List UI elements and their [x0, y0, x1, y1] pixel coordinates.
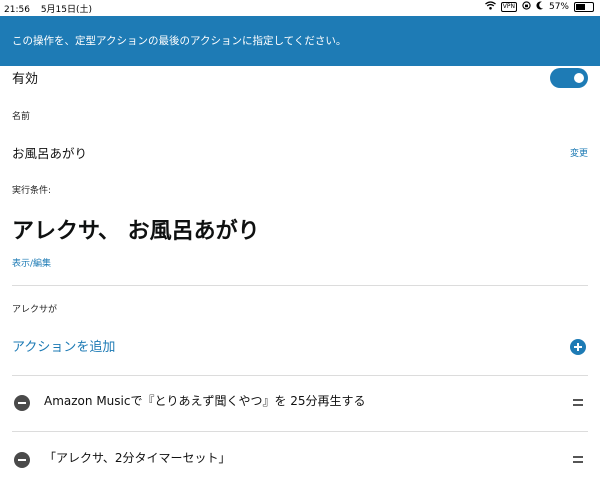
instruction-banner: この操作を、定型アクションの最後のアクションに指定してください。 — [0, 16, 600, 66]
change-name-link[interactable]: 変更 — [570, 146, 588, 159]
divider — [12, 285, 588, 286]
enabled-toggle[interactable] — [550, 68, 588, 88]
view-edit-link[interactable]: 表示/編集 — [12, 256, 51, 269]
trigger-phrase: アレクサ、 お風呂あがり — [12, 219, 260, 244]
divider — [12, 431, 588, 432]
routine-name: お風呂あがり — [12, 146, 88, 161]
drag-handle-icon[interactable] — [573, 456, 583, 466]
name-label: 名前 — [12, 112, 31, 122]
add-action-link[interactable]: アクションを追加 — [12, 336, 115, 355]
toggle-knob — [574, 73, 584, 83]
divider — [12, 375, 588, 376]
actions-label: アレクサが — [12, 305, 58, 315]
drag-handle-icon[interactable] — [573, 399, 583, 409]
battery-icon — [574, 2, 594, 12]
orientation-lock-icon — [522, 1, 531, 13]
action-item-text: 「アレクサ、2分タイマーセット」 — [44, 451, 231, 465]
remove-action-icon[interactable] — [14, 395, 30, 411]
moon-icon — [536, 1, 544, 13]
status-bar: 21:56 5月15日(土) VPN 57% — [0, 0, 600, 16]
remove-action-icon[interactable] — [14, 452, 30, 468]
battery-percent: 57% — [548, 2, 569, 12]
trigger-label: 実行条件: — [12, 186, 52, 196]
status-date: 5月15日(土) — [40, 5, 93, 15]
wifi-icon — [484, 1, 496, 13]
enabled-label: 有効 — [12, 72, 39, 87]
vpn-badge: VPN — [500, 2, 517, 12]
banner-message: この操作を、定型アクションの最後のアクションに指定してください。 — [12, 35, 347, 47]
status-time: 21:56 — [4, 5, 30, 15]
action-item[interactable]: 「アレクサ、2分タイマーセット」 — [0, 440, 600, 480]
action-item[interactable]: Amazon Musicで『とりあえず聞くやつ』を 25分再生する — [0, 383, 600, 423]
add-action-plus-icon[interactable] — [570, 339, 586, 355]
action-item-text: Amazon Musicで『とりあえず聞くやつ』を 25分再生する — [44, 394, 366, 408]
